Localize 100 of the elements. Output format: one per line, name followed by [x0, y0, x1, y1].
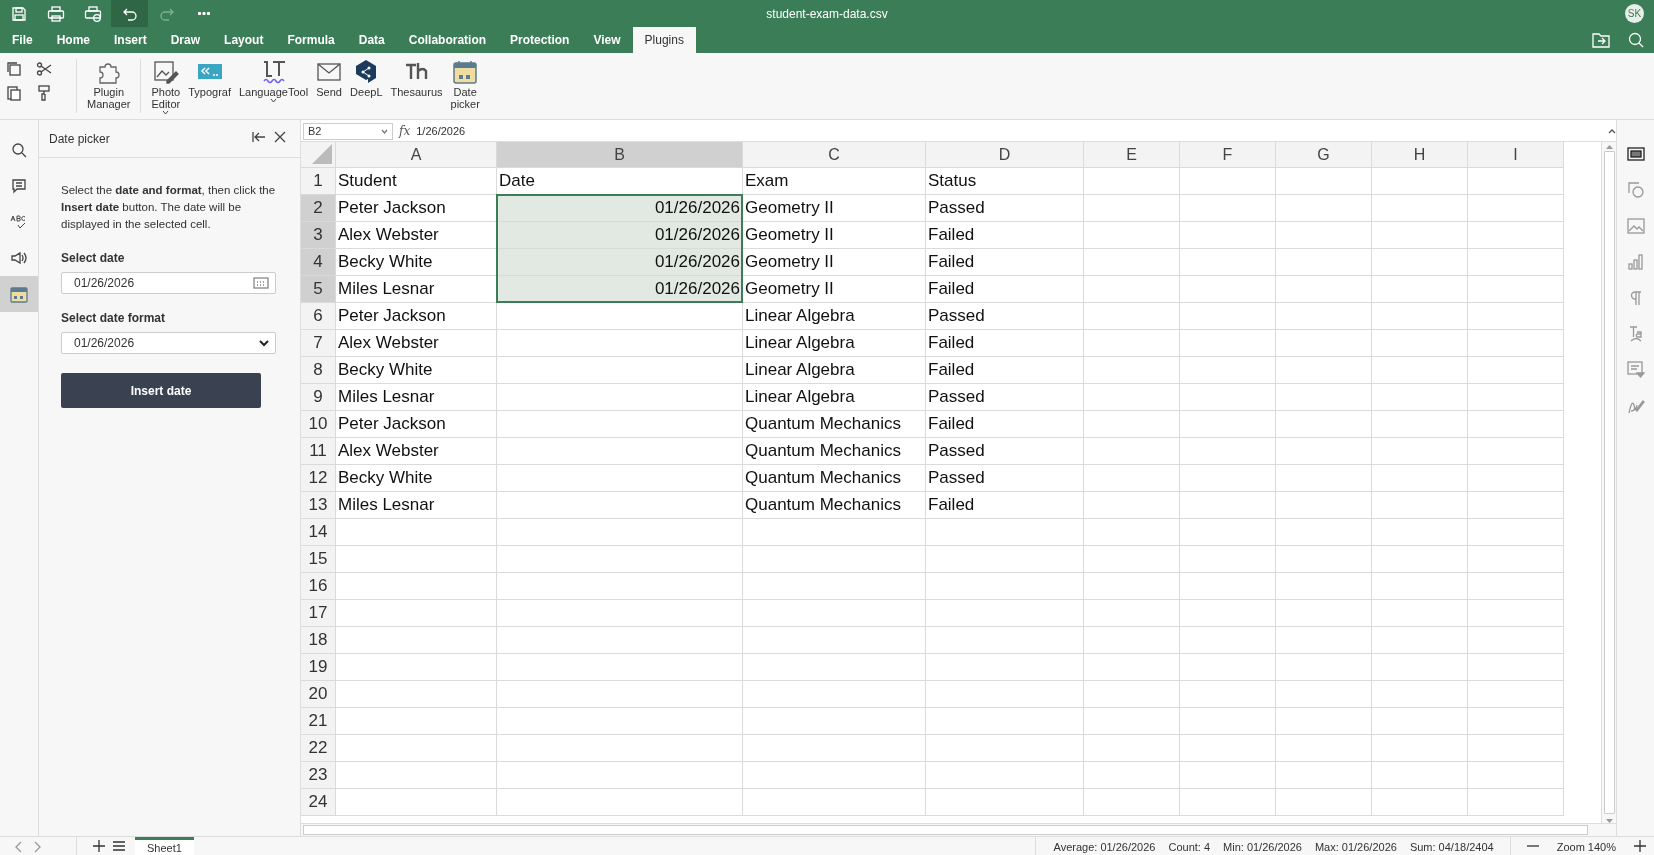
- zoom-in-button[interactable]: [1634, 838, 1646, 855]
- table-cell: Peter Jackson: [336, 195, 497, 222]
- row-header[interactable]: 3: [301, 222, 336, 249]
- photo-edit-icon: [152, 59, 179, 85]
- row-header[interactable]: 12: [301, 465, 336, 492]
- plugin-button[interactable]: Plugin Manager: [83, 57, 135, 112]
- window-title: student-exam-data.csv: [766, 6, 888, 21]
- column-header[interactable]: F: [1180, 142, 1276, 168]
- column-header[interactable]: E: [1084, 142, 1180, 168]
- function-label[interactable]: fx: [399, 124, 411, 138]
- row-header[interactable]: 14: [301, 519, 336, 546]
- plugin-button[interactable]: LanguageTool: [235, 57, 313, 105]
- scrollbar-thumb[interactable]: [1603, 151, 1615, 814]
- menu-tab[interactable]: File: [0, 27, 45, 53]
- plugin-button[interactable]: DeepL: [346, 57, 387, 100]
- plugin-button[interactable]: Photo Editor: [147, 57, 185, 117]
- row-header[interactable]: 17: [301, 600, 336, 627]
- menu-tab[interactable]: Draw: [158, 27, 213, 53]
- date-format-dropdown[interactable]: 01/26/2026: [61, 332, 276, 354]
- table-cell: Failed: [926, 276, 1084, 303]
- search-icon: [11, 142, 27, 158]
- row-header[interactable]: 20: [301, 681, 336, 708]
- column-header[interactable]: G: [1276, 142, 1372, 168]
- menu-tab[interactable]: Formula: [275, 27, 347, 53]
- table-icon: [1626, 147, 1645, 161]
- add-sheet-button[interactable]: [93, 838, 105, 855]
- column-header[interactable]: I: [1468, 142, 1564, 168]
- copy-icon: [6, 61, 22, 77]
- plugin-button[interactable]: Date picker: [446, 57, 484, 112]
- expand-up-icon: [1608, 128, 1616, 134]
- table-cell: 01/26/2026: [497, 195, 743, 222]
- column-header[interactable]: D: [926, 142, 1084, 168]
- row-header[interactable]: 15: [301, 546, 336, 573]
- menu-tab[interactable]: View: [581, 27, 633, 53]
- table-cell: Alex Webster: [336, 330, 497, 357]
- menu-tab[interactable]: Layout: [212, 27, 276, 53]
- menu-tab[interactable]: Collaboration: [396, 27, 499, 53]
- row-header[interactable]: 13: [301, 492, 336, 519]
- row-header[interactable]: 18: [301, 627, 336, 654]
- field-label: Select date: [61, 251, 126, 265]
- user-avatar[interactable]: SK: [1625, 4, 1644, 23]
- status-stat: Sum: 04/18/2404: [1409, 840, 1494, 853]
- shapes-icon: [1626, 181, 1645, 199]
- table-cell: Passed: [926, 303, 1084, 330]
- row-header[interactable]: 5: [301, 276, 336, 303]
- menu-tab[interactable]: Protection: [498, 27, 582, 53]
- chevron-left-icon: [14, 840, 22, 853]
- row-header[interactable]: 19: [301, 654, 336, 681]
- row-header[interactable]: 22: [301, 735, 336, 762]
- panel-title: Date picker: [49, 131, 111, 146]
- chevron-down-icon: [259, 339, 269, 347]
- row-header[interactable]: 23: [301, 762, 336, 789]
- row-header[interactable]: 8: [301, 357, 336, 384]
- column-header[interactable]: C: [743, 142, 926, 168]
- menu-tab[interactable]: Home: [44, 27, 102, 53]
- table-cell: Failed: [926, 222, 1084, 249]
- formula-input[interactable]: 1/26/2026: [416, 125, 1608, 137]
- date-input-field[interactable]: 01/26/2026: [61, 272, 276, 294]
- table-cell: 01/26/2026: [497, 222, 743, 249]
- horizontal-scrollbar[interactable]: [303, 825, 1588, 835]
- table-cell: Failed: [926, 492, 1084, 519]
- row-header[interactable]: 4: [301, 249, 336, 276]
- calendar-button[interactable]: [0, 276, 38, 312]
- plugin-button[interactable]: Send: [312, 57, 347, 100]
- column-header[interactable]: A: [336, 142, 497, 168]
- menu-tab[interactable]: Data: [346, 27, 397, 53]
- cut-icon: [36, 61, 52, 77]
- table-cell: Failed: [926, 330, 1084, 357]
- row-header[interactable]: 16: [301, 573, 336, 600]
- menu-tab[interactable]: Plugins: [632, 27, 696, 53]
- table-cell: Failed: [926, 249, 1084, 276]
- menu-tab[interactable]: Insert: [102, 27, 159, 53]
- table-cell: 01/26/2026: [497, 249, 743, 276]
- save-icon: [10, 5, 27, 22]
- row-header[interactable]: 11: [301, 438, 336, 465]
- speaker-icon: [10, 250, 28, 266]
- row-header[interactable]: 10: [301, 411, 336, 438]
- bar-chart-icon: [1626, 254, 1645, 270]
- plugin-button[interactable]: Typograf: [184, 57, 235, 100]
- insert-date-button[interactable]: Insert date: [61, 373, 261, 408]
- column-header[interactable]: B: [497, 142, 743, 168]
- name-box[interactable]: B2: [303, 122, 393, 140]
- row-header[interactable]: 1: [301, 168, 336, 195]
- row-header[interactable]: 24: [301, 789, 336, 816]
- row-header[interactable]: 2: [301, 195, 336, 222]
- pivot-icon: [1626, 361, 1645, 379]
- status-stat: Max: 01/26/2026: [1314, 840, 1397, 853]
- row-header[interactable]: 21: [301, 708, 336, 735]
- row-header[interactable]: 7: [301, 330, 336, 357]
- undo-button[interactable]: [111, 0, 148, 27]
- column-header[interactable]: H: [1372, 142, 1468, 168]
- comment-icon: [11, 178, 27, 194]
- sheet-tab[interactable]: Sheet1: [135, 836, 194, 855]
- pilcrow-icon: [1628, 290, 1643, 306]
- row-header[interactable]: 9: [301, 384, 336, 411]
- plugin-button[interactable]: Thesaurus: [386, 57, 447, 100]
- more-icon: [197, 12, 210, 15]
- row-header[interactable]: 6: [301, 303, 336, 330]
- table-cell: Exam: [743, 168, 926, 195]
- select-all-icon: [312, 144, 332, 164]
